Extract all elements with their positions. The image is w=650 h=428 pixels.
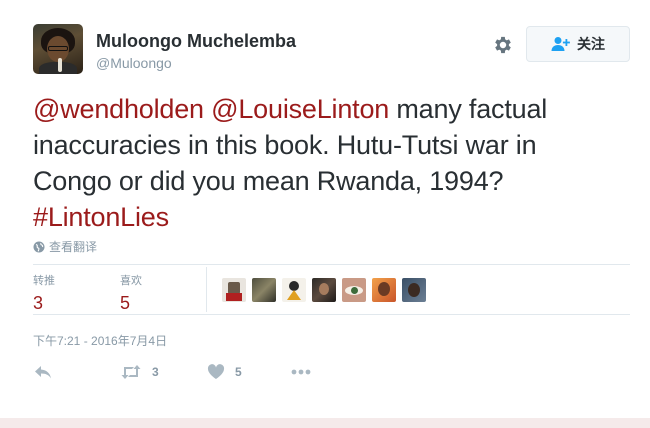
reply-button[interactable] bbox=[33, 364, 53, 380]
follow-button-label: 关注 bbox=[577, 36, 605, 52]
retweets-stat[interactable]: 转推 3 bbox=[33, 272, 55, 314]
translate-label: 查看翻译 bbox=[49, 240, 98, 254]
liker-avatar[interactable] bbox=[372, 278, 396, 302]
likes-label: 喜欢 bbox=[120, 275, 142, 287]
stats-separator bbox=[206, 267, 207, 312]
user-display-name[interactable]: Muloongo Muchelemba bbox=[96, 31, 296, 52]
avatar-glasses bbox=[48, 46, 68, 51]
tweet-text: @wendholden @LouiseLinton many factual i… bbox=[33, 91, 618, 235]
liker-avatar[interactable] bbox=[402, 278, 426, 302]
retweets-label: 转推 bbox=[33, 275, 55, 287]
mention-link[interactable]: @wendholden bbox=[33, 94, 204, 124]
divider bbox=[33, 264, 630, 265]
divider bbox=[33, 314, 630, 315]
more-dots-icon bbox=[291, 369, 311, 375]
mention-link[interactable]: @LouiseLinton bbox=[211, 94, 389, 124]
likes-count: 5 bbox=[120, 293, 131, 313]
heart-icon bbox=[207, 364, 225, 379]
liker-avatar[interactable] bbox=[342, 278, 366, 302]
more-button[interactable] bbox=[290, 366, 312, 378]
avatar-microphone bbox=[58, 58, 62, 72]
liker-avatar[interactable] bbox=[312, 278, 336, 302]
gear-icon[interactable] bbox=[492, 34, 514, 56]
like-action-count: 5 bbox=[235, 365, 242, 379]
retweet-icon bbox=[121, 365, 141, 379]
retweets-count: 3 bbox=[33, 293, 44, 313]
retweet-button[interactable]: 3 bbox=[120, 364, 159, 380]
like-button[interactable]: 5 bbox=[207, 364, 242, 380]
hashtag-link[interactable]: #LintonLies bbox=[33, 202, 169, 232]
likers-avatars bbox=[222, 278, 432, 302]
liker-avatar[interactable] bbox=[222, 278, 246, 302]
bottom-band bbox=[0, 418, 650, 428]
translate-link[interactable]: 查看翻译 bbox=[33, 238, 97, 255]
reply-icon bbox=[35, 366, 51, 379]
liker-avatar[interactable] bbox=[252, 278, 276, 302]
liker-avatar[interactable] bbox=[282, 278, 306, 302]
globe-icon bbox=[33, 241, 45, 252]
retweet-action-count: 3 bbox=[152, 365, 159, 379]
follow-button[interactable]: 关注 bbox=[526, 26, 630, 62]
add-user-icon bbox=[551, 37, 570, 51]
user-handle[interactable]: @Muloongo bbox=[96, 55, 172, 71]
likes-stat[interactable]: 喜欢 5 bbox=[120, 272, 142, 314]
tweet-timestamp[interactable]: 下午7:21 - 2016年7月4日 bbox=[33, 332, 167, 349]
user-avatar[interactable] bbox=[33, 24, 83, 74]
